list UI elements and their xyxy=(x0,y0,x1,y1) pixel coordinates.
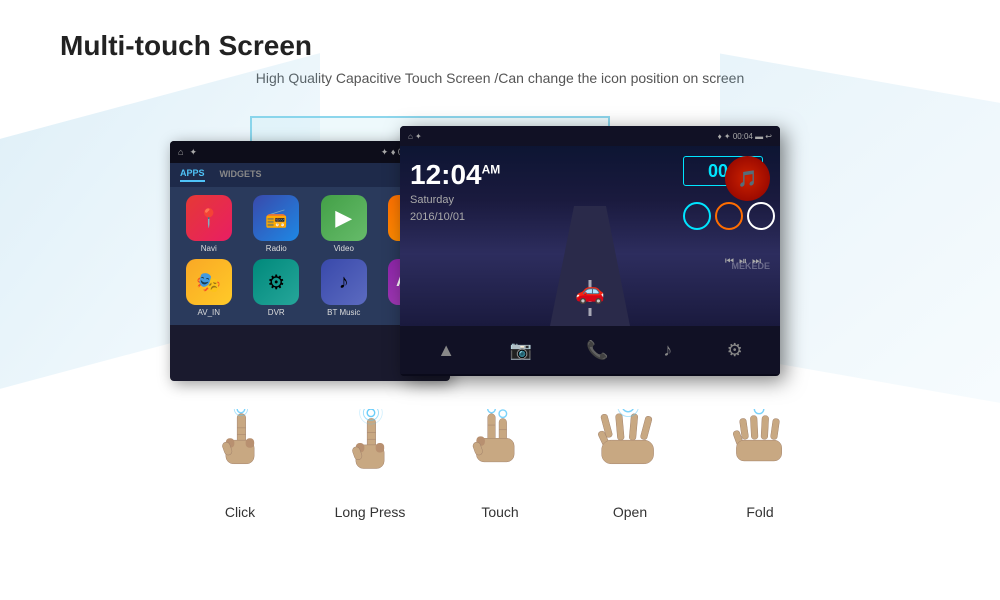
time-display: 12:04AM xyxy=(410,161,560,189)
radio-label: Radio xyxy=(266,244,287,253)
radio-icon-box: 📻 xyxy=(253,195,299,241)
dvr-label: DVR xyxy=(268,308,285,317)
fold-gesture-icon xyxy=(720,406,800,496)
am-pm: AM xyxy=(482,163,501,177)
click-label: Click xyxy=(225,504,255,520)
day-display: Saturday xyxy=(410,194,560,206)
bt-icon-box: ♪ xyxy=(321,259,367,305)
status-info-right: ♦ ✦ 00:04 ▬ ↩ xyxy=(718,132,772,141)
phone-icon[interactable]: 📞 xyxy=(586,340,608,361)
music-icon[interactable]: ♪ xyxy=(663,340,672,361)
home-icon: ⌂ xyxy=(178,147,183,157)
longpress-label: Long Press xyxy=(335,504,406,520)
home-icon-right: ⌂ ✦ xyxy=(408,132,422,141)
app-avin[interactable]: 🎭 AV_IN xyxy=(178,259,240,317)
bottom-nav-bar: ▲ 📷 📞 ♪ ⚙ xyxy=(400,326,780,374)
touch-label: Touch xyxy=(481,504,518,520)
gesture-click: Click xyxy=(175,406,305,520)
screen-main-ui: ⌂ ✦ ♦ ✦ 00:04 ▬ ↩ 🚗 12:04A xyxy=(400,126,780,376)
fold-label: Fold xyxy=(746,504,773,520)
status-icons-left: ⌂ ✦ xyxy=(178,147,197,158)
open-gesture-icon xyxy=(590,406,670,496)
date-display: 2016/10/01 xyxy=(410,211,560,223)
dvr-icon-box: ⚙ xyxy=(253,259,299,305)
gestures-area: Click xyxy=(0,401,1000,525)
bt-label: BT Music xyxy=(327,308,360,317)
app-navi[interactable]: 📍 Navi xyxy=(178,195,240,253)
gesture-touch: Touch xyxy=(435,406,565,520)
app-dvr[interactable]: ⚙ DVR xyxy=(246,259,308,317)
gesture-open: Open xyxy=(565,406,695,520)
tab-apps[interactable]: APPS xyxy=(180,168,205,182)
header: Multi-touch Screen High Quality Capaciti… xyxy=(0,0,1000,111)
gesture-longpress: Long Press xyxy=(305,406,435,520)
app-video[interactable]: ▶ Video xyxy=(313,195,375,253)
page-subtitle: High Quality Capacitive Touch Screen /Ca… xyxy=(60,70,940,86)
longpress-gesture-icon xyxy=(330,406,410,496)
status-bar-right: ⌂ ✦ ♦ ✦ 00:04 ▬ ↩ xyxy=(400,126,780,146)
click-gesture-icon xyxy=(200,406,280,496)
main-screen-content: 🚗 12:04AM Saturday 2016/10/01 000 xyxy=(400,146,780,326)
touch-gesture-icon xyxy=(460,406,540,496)
tab-widgets[interactable]: WIDGETS xyxy=(220,169,262,181)
music-orb: 🎵 xyxy=(725,156,770,201)
navi-icon-box: 📍 xyxy=(186,195,232,241)
road-line-3 xyxy=(589,308,592,316)
page-title: Multi-touch Screen xyxy=(60,30,940,62)
settings-gear-icon[interactable]: ⚙ xyxy=(727,340,743,361)
nav-arrow-icon[interactable]: ▲ xyxy=(437,340,455,361)
screens-area: ⌂ ✦ ✦ ♦ 00:04 ▬ ↩ APPS WIDGETS 📍 Navi 📻 xyxy=(0,111,1000,411)
navi-label: Navi xyxy=(201,244,217,253)
avin-icon-box: 🎭 xyxy=(186,259,232,305)
time-panel: 12:04AM Saturday 2016/10/01 xyxy=(400,146,570,326)
car-icon: 🚗 xyxy=(575,277,605,306)
gesture-fold: Fold xyxy=(695,406,825,520)
open-label: Open xyxy=(613,504,647,520)
app-radio[interactable]: 📻 Radio xyxy=(246,195,308,253)
avin-label: AV_IN xyxy=(197,308,220,317)
watermark: MEKEDE xyxy=(731,261,770,271)
music-orb-container: 🎵 ⏮ ⏯ ⏭ xyxy=(725,156,770,267)
camera-icon[interactable]: 📷 xyxy=(509,340,531,361)
app-btmusic[interactable]: ♪ BT Music xyxy=(313,259,375,317)
settings-icon: ✦ xyxy=(189,147,197,158)
circle-cyan xyxy=(683,202,711,230)
video-icon-box: ▶ xyxy=(321,195,367,241)
page-container: Multi-touch Screen High Quality Capaciti… xyxy=(0,0,1000,600)
time-value: 12:04 xyxy=(410,159,482,190)
video-label: Video xyxy=(334,244,354,253)
